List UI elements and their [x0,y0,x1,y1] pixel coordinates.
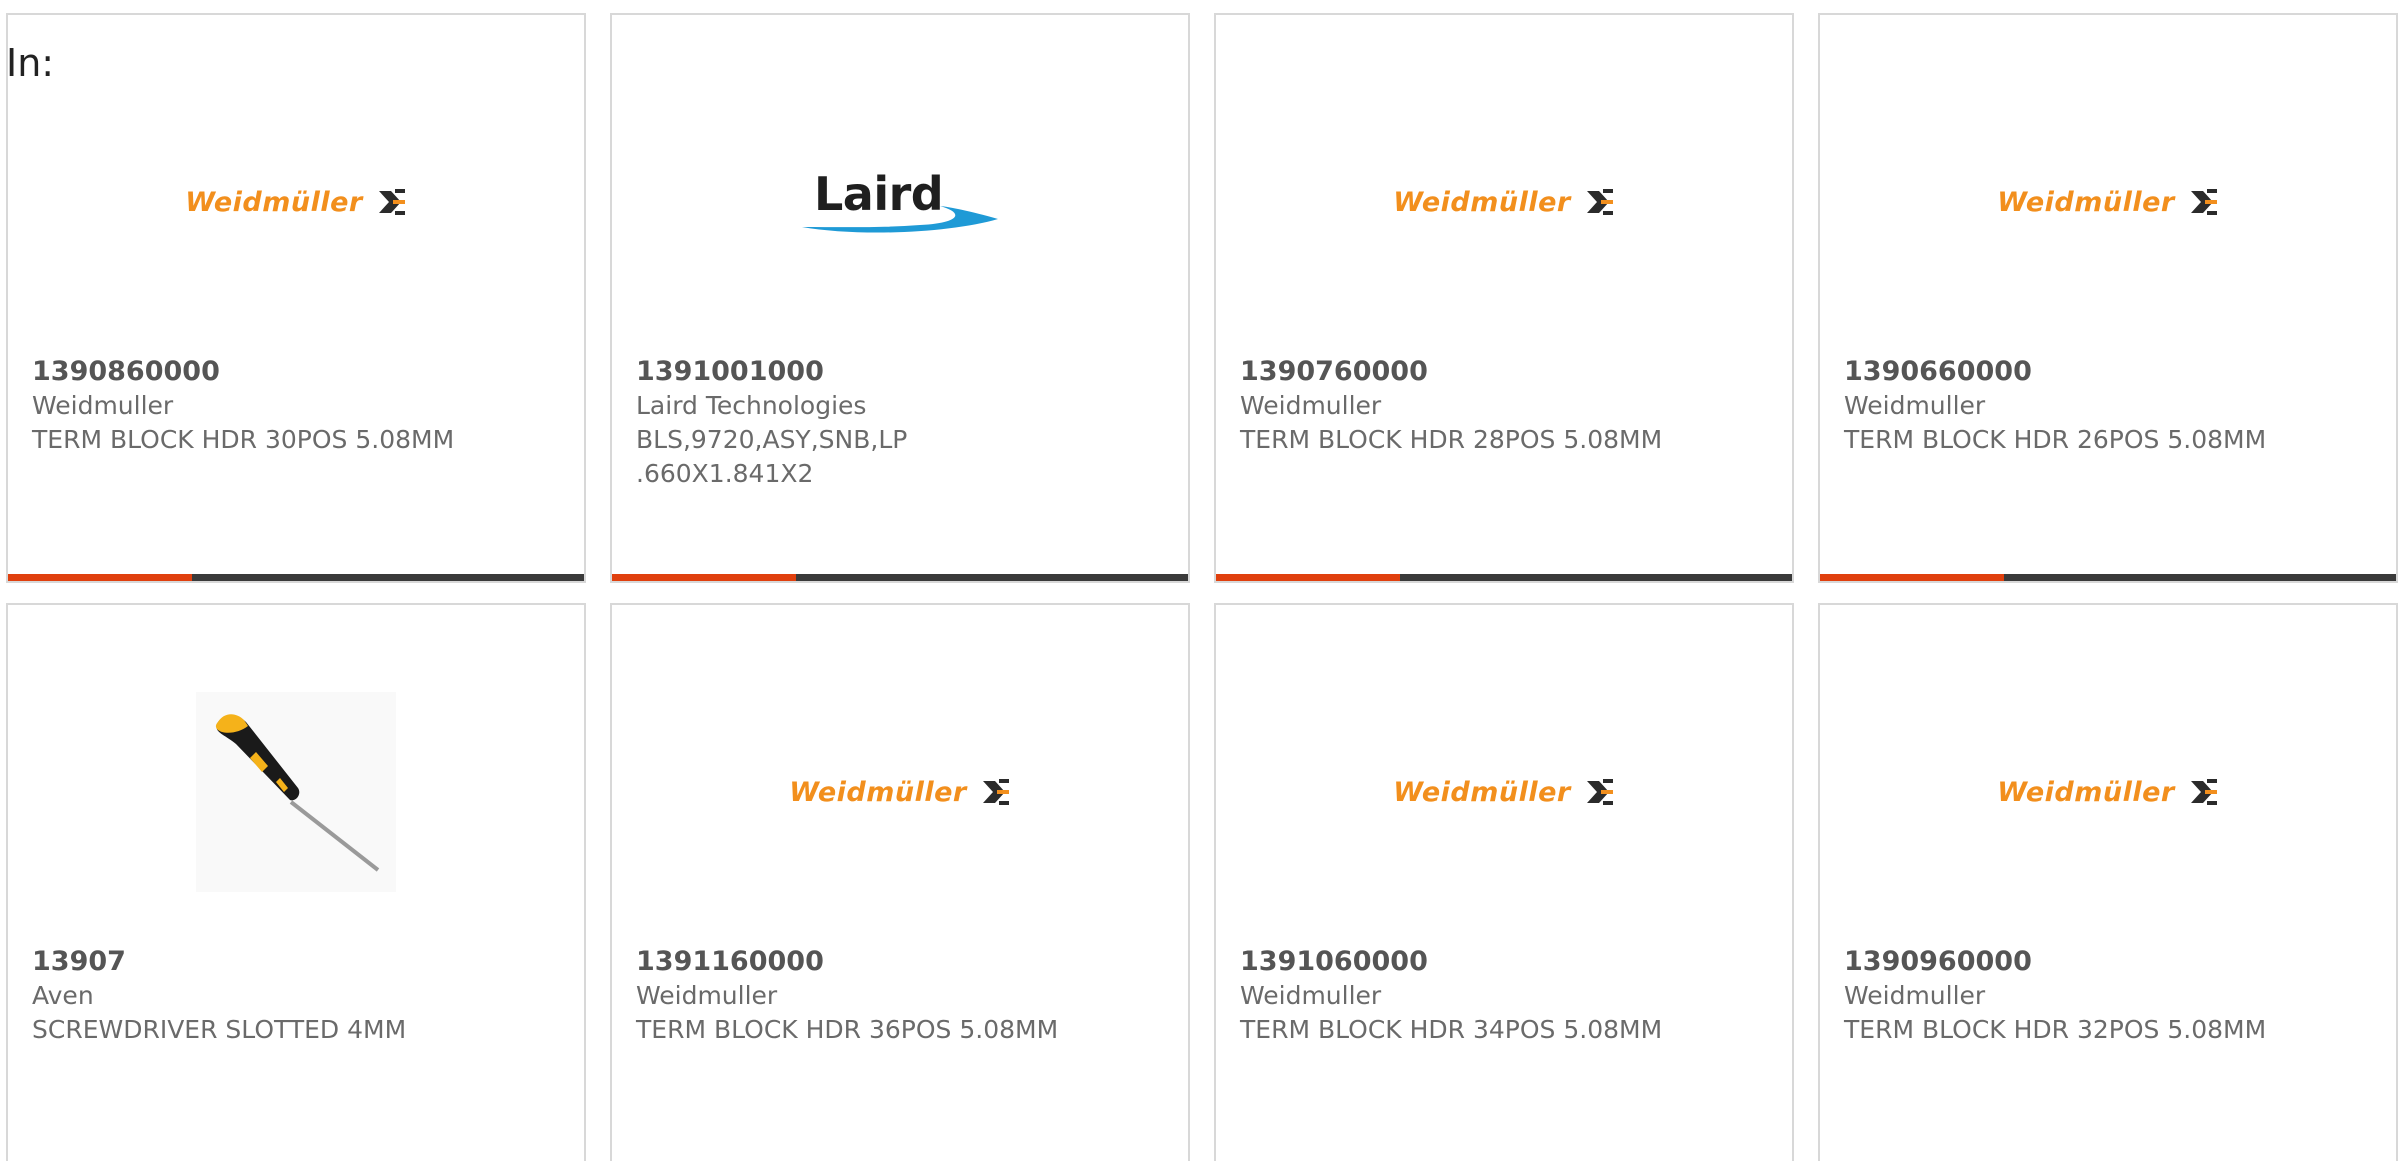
weidmuller-logo-text: Weidmüller [185,186,363,218]
manufacturer-name: Weidmuller [32,391,174,420]
product-image[interactable]: Weidmüller [8,77,584,327]
product-description: TERM BLOCK HDR 26POS 5.08MM [1844,425,2267,454]
product-description: TERM BLOCK HDR 28POS 5.08MM [1240,425,1663,454]
product-info: 1391160000 Weidmuller TERM BLOCK HDR 36POS… [636,945,1172,1047]
weidmuller-symbol-icon [1586,779,1613,805]
part-number[interactable]: 1391060000 [1240,945,1776,979]
weidmuller-logo: Weidmüller [185,187,406,218]
product-image[interactable]: Weidmüller [612,667,1188,917]
product-info: 1390660000 Weidmuller TERM BLOCK HDR 26POS… [1844,355,2380,457]
laird-swoosh-icon [802,206,998,233]
weidmuller-logo-text: Weidmüller [1997,186,2175,218]
weidmuller-logo-text: Weidmüller [1393,776,1571,808]
product-image[interactable]: Weidmüller [1216,77,1792,327]
manufacturer-name: Aven [32,981,94,1010]
filter-in-label: In: [6,41,55,85]
manufacturer-name: Weidmuller [636,981,778,1010]
weidmuller-symbol-icon [2190,779,2217,805]
product-image[interactable]: Weidmüller [1216,667,1792,917]
weidmuller-logo-text: Weidmüller [1997,776,2175,808]
part-number[interactable]: 1390660000 [1844,355,2380,389]
manufacturer-name: Weidmuller [1240,981,1382,1010]
weidmuller-symbol-icon [982,779,1009,805]
product-card[interactable]: Weidmüller 1390860000 Weidmuller TERM BLOCK… [6,13,586,583]
card-progress-bar [612,574,1188,581]
weidmuller-symbol-icon [2190,189,2217,215]
weidmuller-logo-text: Weidmüller [789,776,967,808]
product-card[interactable]: Weidmüller 1391160000 Weidmuller TERM BLOCK… [610,603,1190,1161]
part-number[interactable]: 1390960000 [1844,945,2380,979]
product-info: 1390860000 Weidmuller TERM BLOCK HDR 30POS… [32,355,568,457]
product-description: TERM BLOCK HDR 30POS 5.08MM [32,425,455,454]
product-grid: Weidmüller 1390860000 Weidmuller TERM BLOCK… [6,13,2398,1161]
part-number[interactable]: 13907 [32,945,568,979]
manufacturer-name: Weidmuller [1844,981,1986,1010]
product-card[interactable]: Weidmüller 1390760000 Weidmuller TERM BLOCK… [1214,13,1794,583]
card-progress-bar [1216,574,1792,581]
manufacturer-name: Laird Technologies [636,391,867,420]
product-card[interactable]: Weidmüller 1391060000 Weidmuller TERM BLOCK… [1214,603,1794,1161]
manufacturer-name: Weidmuller [1240,391,1382,420]
product-card[interactable]: 13907 Aven SCREWDRIVER SLOTTED 4MM [6,603,586,1161]
card-progress-fill [8,574,193,581]
product-info: 1391001000 Laird Technologies BLS,9720,ASY… [636,355,1172,491]
part-number[interactable]: 1390760000 [1240,355,1776,389]
product-description: TERM BLOCK HDR 32POS 5.08MM [1844,1015,2267,1044]
weidmuller-logo: Weidmüller [1997,777,2218,808]
part-number[interactable]: 1390860000 [32,355,568,389]
weidmuller-logo: Weidmüller [1393,777,1614,808]
product-description: TERM BLOCK HDR 34POS 5.08MM [1240,1015,1663,1044]
card-progress-fill [1216,574,1401,581]
product-info: 13907 Aven SCREWDRIVER SLOTTED 4MM [32,945,568,1047]
weidmuller-logo: Weidmüller [789,777,1010,808]
part-number[interactable]: 1391001000 [636,355,1172,389]
card-progress-bar [8,574,584,581]
weidmuller-logo: Weidmüller [1393,187,1614,218]
weidmuller-logo-text: Weidmüller [1393,186,1571,218]
product-card[interactable]: Weidmüller 1390660000 Weidmuller TERM BLOCK… [1818,13,2398,583]
card-progress-fill [1820,574,2005,581]
product-description: BLS,9720,ASY,SNB,LP .660X1.841X2 [636,425,908,488]
product-info: 1390760000 Weidmuller TERM BLOCK HDR 28POS… [1240,355,1776,457]
weidmuller-symbol-icon [1586,189,1613,215]
card-progress-fill [612,574,797,581]
part-number[interactable]: 1391160000 [636,945,1172,979]
product-description: TERM BLOCK HDR 36POS 5.08MM [636,1015,1059,1044]
product-image[interactable]: Weidmüller [1820,667,2396,917]
product-description: SCREWDRIVER SLOTTED 4MM [32,1015,407,1044]
product-card[interactable]: Weidmüller 1390960000 Weidmuller TERM BLOCK… [1818,603,2398,1161]
product-info: 1391060000 Weidmuller TERM BLOCK HDR 34POS… [1240,945,1776,1047]
card-progress-bar [1820,574,2396,581]
product-image[interactable]: Weidmüller [1820,77,2396,327]
weidmuller-symbol-icon [378,189,405,215]
product-image[interactable] [8,667,584,917]
screwdriver-image [196,692,396,892]
laird-logo: Laird [800,167,1000,237]
product-info: 1390960000 Weidmuller TERM BLOCK HDR 32POS… [1844,945,2380,1047]
product-image[interactable]: Laird [612,77,1188,327]
weidmuller-logo: Weidmüller [1997,187,2218,218]
product-card[interactable]: Laird 1391001000 Laird Technologies BLS,972… [610,13,1190,583]
product-grid-page: In: Weidmüller 1390860000 Weidmuller TERM B… [0,0,2400,1161]
manufacturer-name: Weidmuller [1844,391,1986,420]
